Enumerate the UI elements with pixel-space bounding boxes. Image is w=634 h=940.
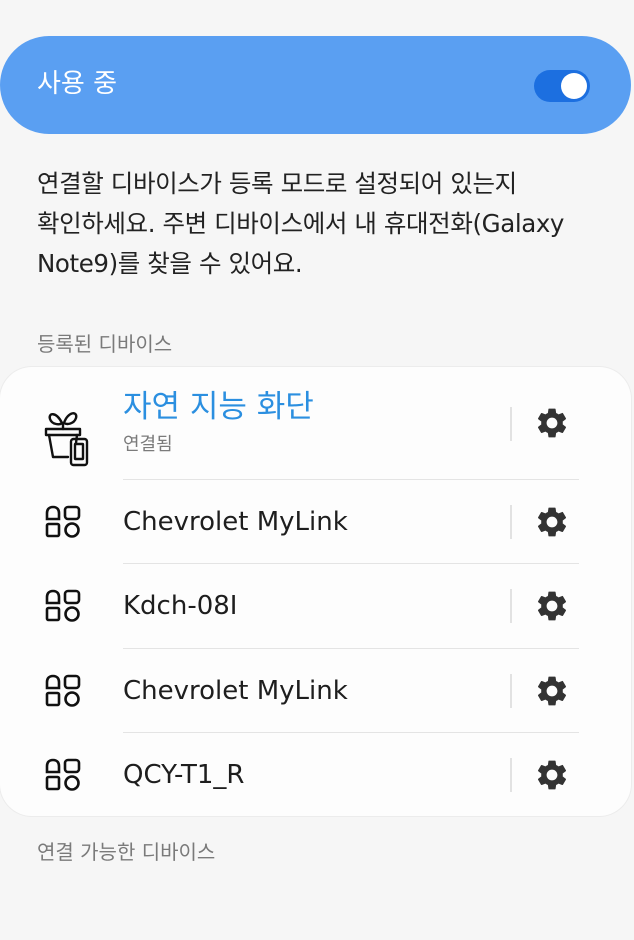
description-line: 연결할 디바이스가 등록 모드로 설정되어 있는지 — [37, 169, 517, 198]
generic-device-icon — [45, 505, 81, 538]
generic-device-icon — [45, 758, 81, 791]
device-row-connected[interactable]: 자연 지능 화단 연결됨 — [0, 367, 631, 479]
row-divider — [510, 674, 512, 708]
device-row[interactable]: Chevrolet MyLink — [0, 649, 631, 733]
device-name: QCY-T1_R — [123, 760, 245, 790]
plant-pot-phone-icon — [44, 412, 89, 467]
device-name: Kdch-08I — [123, 591, 238, 621]
registered-devices-header: 등록된 디바이스 — [37, 332, 173, 356]
device-name: 자연 지능 화단 — [123, 389, 314, 425]
row-divider — [510, 407, 512, 441]
description-text: 연결할 디바이스가 등록 모드로 설정되어 있는지 확인하세요. 주변 디바이스… — [37, 164, 612, 284]
switch-knob — [561, 73, 587, 99]
device-name: Chevrolet MyLink — [123, 676, 348, 706]
registered-devices-card: 자연 지능 화단 연결됨 Chevrolet MyLink Kdch-08I C… — [0, 367, 631, 816]
row-divider — [510, 758, 512, 792]
gear-icon[interactable] — [534, 588, 570, 624]
device-status: 연결됨 — [123, 434, 173, 455]
gear-icon[interactable] — [534, 405, 570, 441]
device-row[interactable]: Kdch-08I — [0, 564, 631, 648]
toggle-label: 사용 중 — [37, 69, 118, 99]
gear-icon[interactable] — [534, 757, 570, 793]
device-row[interactable]: QCY-T1_R — [0, 733, 631, 816]
device-row[interactable]: Chevrolet MyLink — [0, 480, 631, 564]
gear-icon[interactable] — [534, 673, 570, 709]
device-name: Chevrolet MyLink — [123, 507, 348, 537]
available-devices-header: 연결 가능한 디바이스 — [37, 840, 216, 864]
gear-icon[interactable] — [534, 504, 570, 540]
generic-device-icon — [45, 674, 81, 707]
row-divider — [510, 505, 512, 539]
row-divider — [510, 589, 512, 623]
use-toggle-bar[interactable]: 사용 중 — [0, 36, 631, 134]
generic-device-icon — [45, 589, 81, 622]
description-line: Note9)를 찾을 수 있어요. — [37, 249, 303, 278]
master-switch[interactable] — [534, 70, 590, 102]
description-line: 확인하세요. 주변 디바이스에서 내 휴대전화(Galaxy — [37, 209, 565, 238]
